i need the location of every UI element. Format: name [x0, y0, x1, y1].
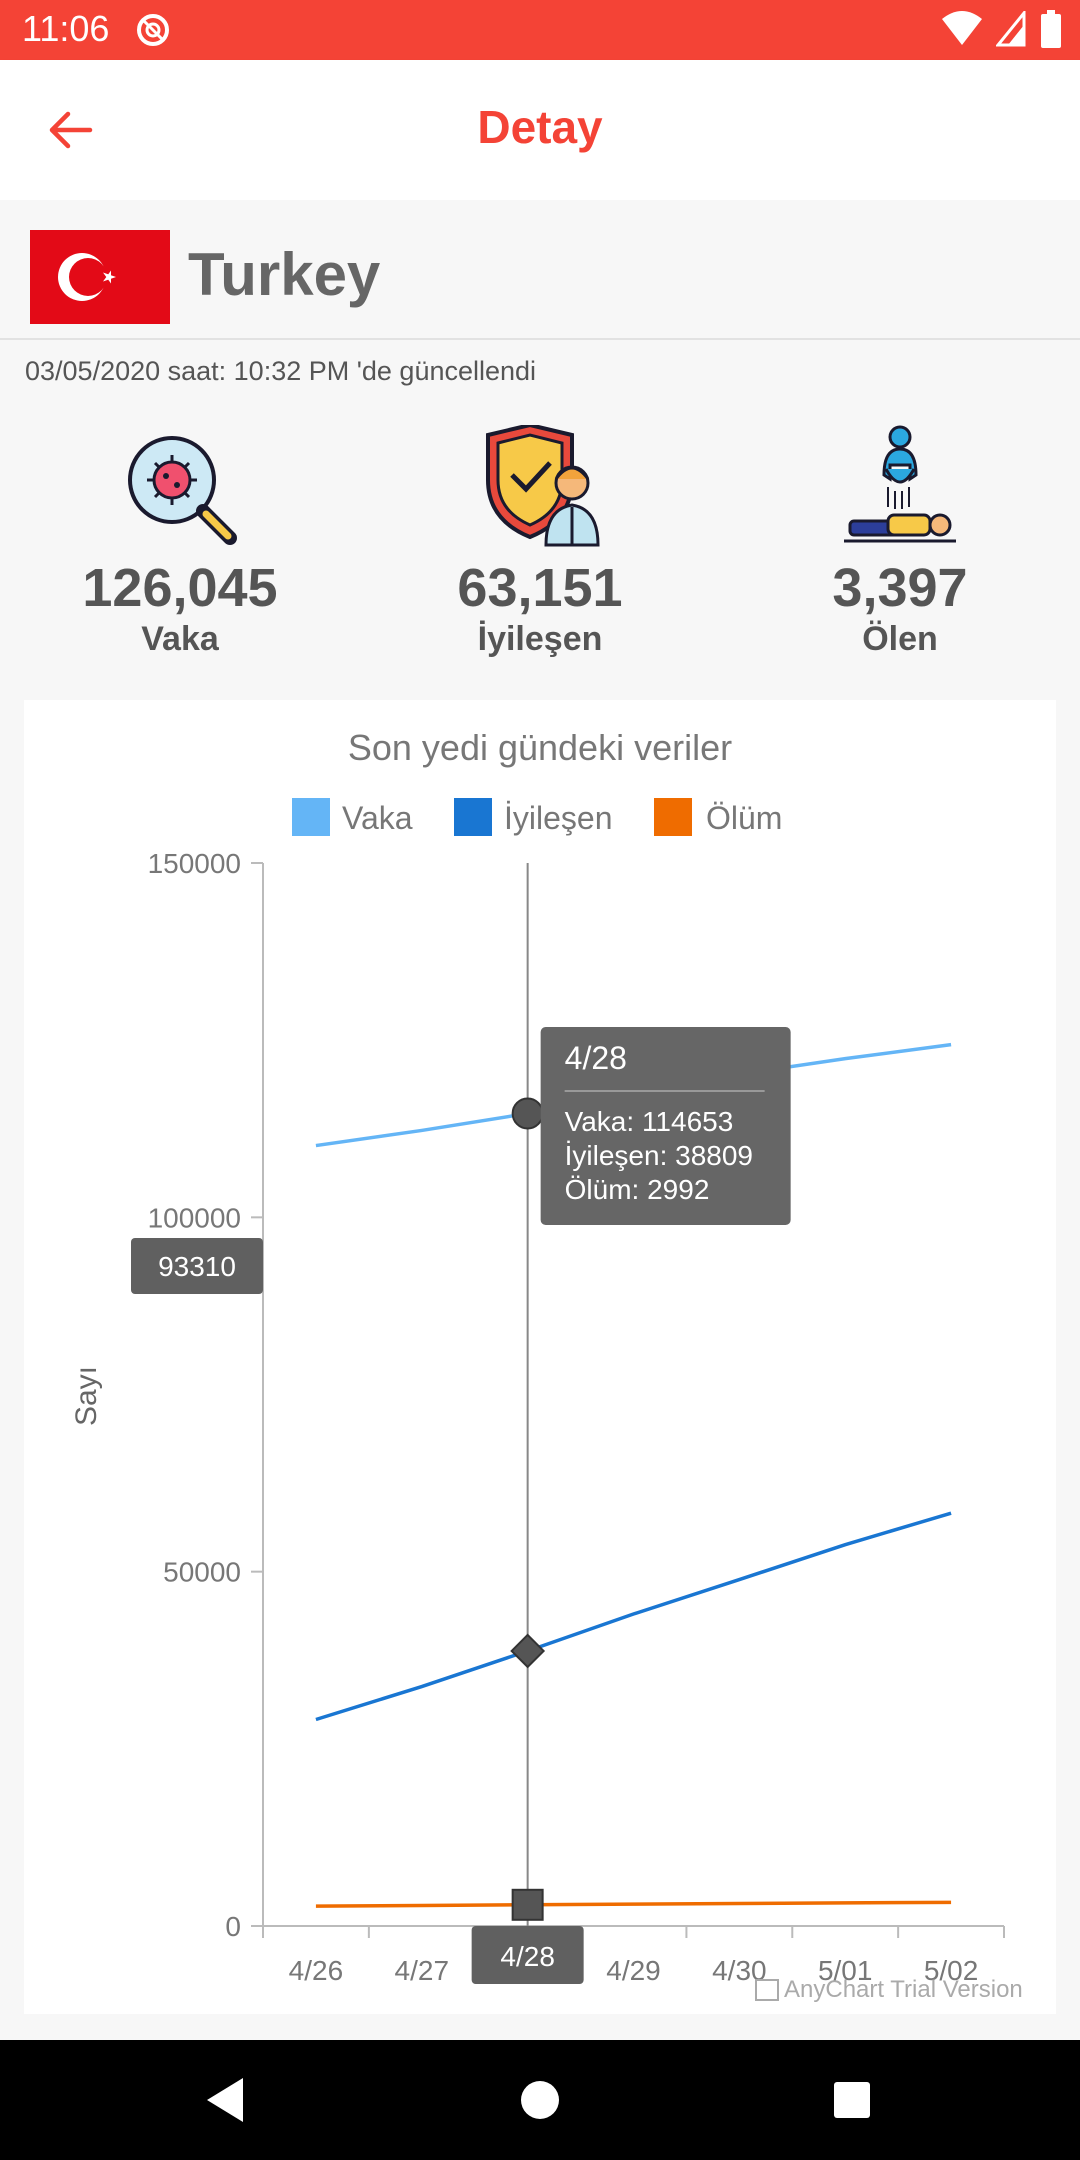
chart-watermark: AnyChart Trial Version — [755, 1976, 1023, 2003]
tooltip-line: Vaka: 114653 — [565, 1106, 734, 1137]
virus-magnifier-icon — [128, 436, 237, 545]
series-line-iyilesen — [315, 1511, 952, 1722]
marker-olum[interactable] — [511, 1888, 544, 1921]
legend-swatch-olum — [654, 798, 692, 836]
tooltip-line: Ölüm: 2992 — [565, 1174, 710, 1205]
deaths-value: 3,397 — [832, 558, 968, 618]
tooltip-line: İyileşen: 38809 — [565, 1140, 753, 1171]
last-updated-text: 03/05/2020 saat: 10:32 PM 'de güncellend… — [25, 356, 537, 386]
app-bar: Detay — [0, 60, 1080, 200]
wifi-icon — [942, 11, 982, 45]
tooltip-title: 4/28 — [565, 1040, 627, 1076]
legend-swatch-vaka — [292, 798, 330, 836]
line-chart[interactable]: Son yedi gündeki veriler Vaka İyileşen Ö… — [24, 700, 1056, 2014]
chart-axes: 1500001000005000004/264/274/284/294/305/… — [148, 848, 1005, 1986]
x-tick-label: 4/29 — [606, 1955, 661, 1986]
series-line-olum — [315, 1900, 952, 1908]
legend-item-olum[interactable]: Ölüm — [654, 798, 782, 836]
turkey-flag-icon — [30, 230, 170, 324]
battery-icon — [1041, 10, 1061, 48]
status-bar: 11:06 — [0, 0, 1080, 60]
signal-icon — [996, 11, 1026, 47]
y-tick-label: 0 — [225, 1911, 241, 1942]
x-tick-label: 4/26 — [289, 1955, 344, 1986]
recovered-value: 63,151 — [457, 558, 623, 618]
stat-recovered: 63,151 İyileşen — [390, 425, 690, 659]
y-tick-label: 100000 — [148, 1202, 241, 1233]
chart-card: Son yedi gündeki veriler Vaka İyileşen Ö… — [24, 700, 1056, 2014]
nav-back-icon[interactable] — [195, 2070, 255, 2130]
status-time: 11:06 — [22, 8, 110, 49]
legend-item-iyilesen[interactable]: İyileşen — [454, 798, 613, 836]
deceased-person-icon — [844, 425, 956, 543]
chart-crosshair: 93310 4/28 4/28 Vaka: 114653İyileşen: 38809… — [131, 863, 791, 1984]
marker-iyilesen[interactable] — [510, 1633, 546, 1669]
cases-value: 126,045 — [82, 558, 278, 618]
y-tick-label: 150000 — [148, 848, 241, 879]
x-tick-label: 4/27 — [395, 1955, 450, 1986]
shield-doctor-icon — [486, 425, 600, 547]
nav-recents-icon[interactable] — [822, 2070, 882, 2130]
cases-label: Vaka — [141, 620, 219, 658]
legend-label-iyilesen: İyileşen — [504, 800, 613, 836]
legend-item-vaka[interactable]: Vaka — [292, 798, 413, 836]
stat-deaths: 3,397 Ölen — [750, 425, 1050, 659]
legend-swatch-iyilesen — [454, 798, 492, 836]
chart-title: Son yedi gündeki veriler — [348, 727, 732, 768]
chart-legend: Vaka İyileşen Ölüm — [292, 798, 782, 836]
deaths-label: Ölen — [862, 620, 938, 658]
page-title: Detay — [477, 101, 603, 153]
legend-label-olum: Ölüm — [706, 800, 782, 836]
recovered-label: İyileşen — [477, 620, 603, 658]
legend-label-vaka: Vaka — [342, 800, 413, 836]
marker-vaka[interactable] — [511, 1097, 544, 1130]
nav-home-icon[interactable] — [510, 2070, 570, 2130]
watermark-text: AnyChart Trial Version — [784, 1976, 1023, 2003]
app-notification-icon — [137, 14, 169, 46]
y-tick-label: 50000 — [163, 1557, 241, 1588]
country-header: Turkey — [0, 200, 1080, 340]
x-tick-label: 4/30 — [712, 1955, 767, 1986]
crosshair-x-label: 4/28 — [500, 1941, 555, 1972]
stat-cases: 126,045 Vaka — [30, 425, 330, 659]
crosshair-y-label: 93310 — [158, 1251, 236, 1282]
y-axis-label: Sayı — [70, 1366, 103, 1426]
country-name: Turkey — [188, 241, 381, 308]
navigation-bar — [0, 2040, 1080, 2160]
